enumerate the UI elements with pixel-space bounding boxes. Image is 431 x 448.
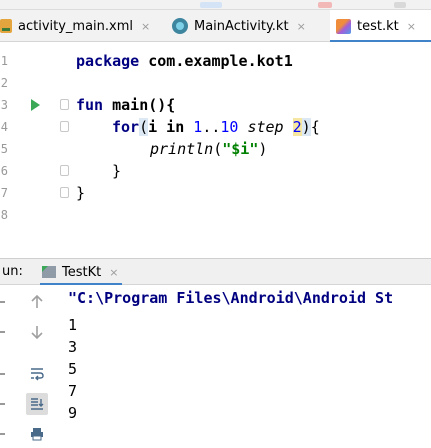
tab-main-activity-kt[interactable]: MainActivity.kt × (172, 10, 306, 42)
console-command-line: "C:\Program Files\Android\Android St (68, 289, 394, 307)
code-line: 8 (0, 204, 431, 226)
run-console[interactable]: "C:\Program Files\Android\Android St 1 3… (0, 285, 431, 448)
run-tab-testkt[interactable]: TestKt × (40, 259, 123, 286)
close-icon[interactable]: × (297, 20, 306, 33)
xml-file-icon (0, 19, 12, 33)
run-gutter-icon[interactable] (31, 99, 40, 111)
top-toolbar-strip (0, 0, 431, 10)
line-number: 3 (0, 98, 8, 112)
code-text: } (76, 184, 86, 202)
tab-label: activity_main.xml (18, 18, 134, 34)
console-output-line: 5 (68, 360, 78, 378)
line-number: 7 (0, 186, 8, 200)
code-line: 3 fun main(){ (0, 94, 431, 116)
close-icon[interactable]: × (109, 266, 118, 279)
tab-activity-main-xml[interactable]: activity_main.xml × (0, 10, 150, 42)
kotlin-class-icon (172, 18, 188, 34)
close-icon[interactable]: × (141, 20, 150, 33)
code-line: 5 println("$i") (0, 138, 431, 160)
editor-tab-bar: activity_main.xml × MainActivity.kt × te… (0, 10, 431, 43)
code-text: for(i in 1..10 step 2){ (112, 118, 320, 136)
toolbar-item[interactable] (318, 2, 332, 8)
code-line: 2 (0, 72, 431, 94)
run-panel-label: un: (2, 264, 23, 279)
fold-marker-icon[interactable] (60, 187, 69, 198)
fold-marker-icon[interactable] (60, 99, 69, 110)
fold-marker-icon[interactable] (60, 121, 69, 132)
code-text: } (112, 162, 122, 180)
arrow-down-icon[interactable] (26, 321, 48, 343)
code-text: println("$i") (150, 140, 268, 158)
tab-label: MainActivity.kt (194, 18, 289, 34)
side-marker (0, 331, 5, 333)
tab-test-kt[interactable]: test.kt × (330, 10, 431, 43)
console-toolbar (0, 285, 60, 448)
scroll-to-end-icon[interactable] (26, 393, 48, 415)
run-config-icon (42, 266, 56, 278)
code-text: package com.example.kot1 (76, 52, 293, 70)
line-number: 4 (0, 120, 8, 134)
code-line: 1 package com.example.kot1 (0, 50, 431, 72)
kotlin-file-icon (336, 18, 351, 34)
toolbar-item[interactable] (394, 2, 406, 8)
code-editor[interactable]: 1 package com.example.kot1 2 3 fun main(… (0, 42, 431, 258)
line-number: 6 (0, 164, 8, 178)
fold-marker-icon[interactable] (60, 165, 69, 176)
code-text: fun main(){ (76, 96, 176, 114)
console-output-line: 3 (68, 338, 78, 356)
side-marker (0, 373, 5, 375)
line-number: 8 (0, 208, 8, 222)
soft-wrap-icon[interactable] (26, 363, 48, 385)
side-marker (0, 403, 5, 405)
run-tab-label: TestKt (62, 264, 102, 280)
console-output-line: 9 (68, 404, 78, 422)
arrow-up-icon[interactable] (26, 291, 48, 313)
code-line: 4 for(i in 1..10 step 2){ (0, 116, 431, 138)
side-marker (0, 433, 5, 435)
code-line: 6 } (0, 160, 431, 182)
side-marker (0, 301, 5, 303)
close-icon[interactable]: × (407, 20, 416, 33)
run-tool-window-header: un: TestKt × (0, 258, 431, 286)
code-line: 7 } (0, 182, 431, 204)
console-output-line: 7 (68, 382, 78, 400)
tab-label: test.kt (357, 18, 399, 34)
print-icon[interactable] (26, 423, 48, 445)
line-number: 5 (0, 142, 8, 156)
console-output-line: 1 (68, 316, 78, 334)
line-number: 2 (0, 76, 8, 90)
line-number: 1 (0, 54, 8, 68)
toolbar-item[interactable] (200, 2, 222, 8)
